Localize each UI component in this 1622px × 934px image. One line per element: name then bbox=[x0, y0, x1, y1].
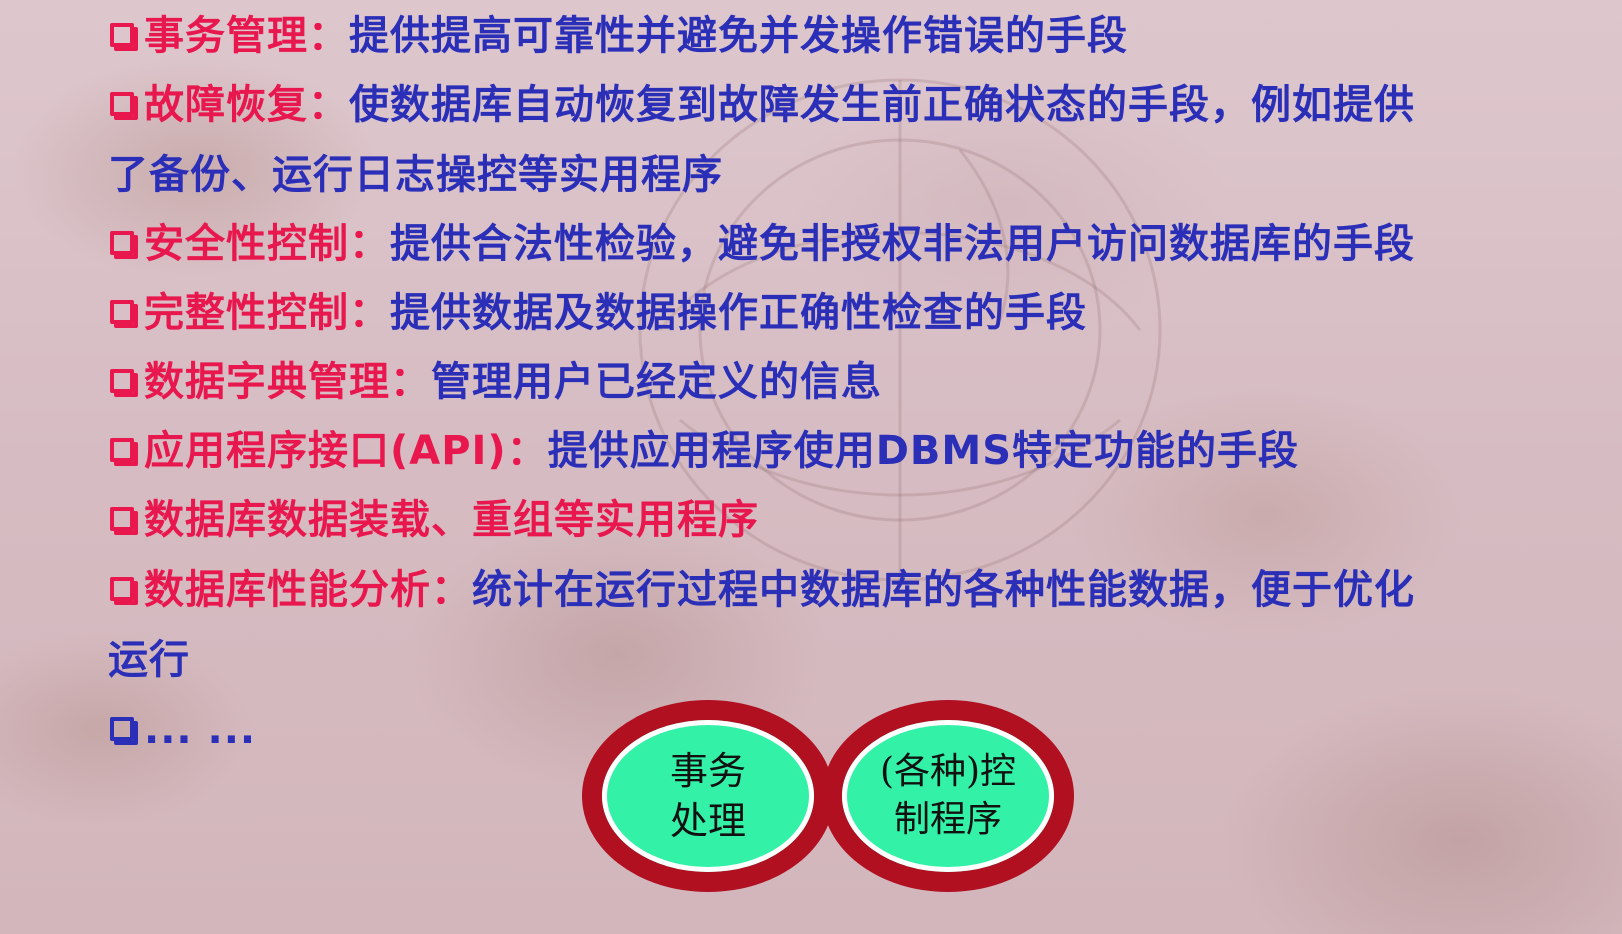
checkbox-bullet-icon bbox=[110, 577, 134, 601]
item-term: 数据库数据装载、重组等实用程序 bbox=[144, 497, 759, 543]
item-ellipsis: ... ... bbox=[144, 707, 257, 753]
circle-label: 事务 处理 bbox=[669, 749, 746, 843]
item-separator: ： bbox=[308, 82, 349, 128]
item-term: 故障恢复 bbox=[144, 82, 308, 128]
item-term: 安全性控制 bbox=[144, 221, 349, 267]
list-item: ... ... bbox=[110, 706, 256, 754]
item-description: 使数据库自动恢复到故障发生前正确状态的手段，例如提供 bbox=[349, 82, 1415, 128]
transaction-processing-circle: 事务 处理 bbox=[582, 700, 834, 892]
item-term: 应用程序接口(API) bbox=[144, 428, 507, 474]
list-item: 应用程序接口(API)：提供应用程序使用DBMS特定功能的手段 bbox=[110, 427, 1299, 475]
item-separator: ： bbox=[390, 359, 431, 405]
checkbox-bullet-icon bbox=[110, 23, 134, 47]
checkbox-bullet-icon bbox=[110, 507, 134, 531]
item-description: 提供提高可靠性并避免并发操作错误的手段 bbox=[349, 13, 1128, 59]
item-separator: ： bbox=[431, 567, 472, 613]
list-item: 完整性控制：提供数据及数据操作正确性检查的手段 bbox=[110, 289, 1087, 337]
item-description: 提供数据及数据操作正确性检查的手段 bbox=[390, 290, 1087, 336]
item-separator: ： bbox=[349, 290, 390, 336]
item-description-continued: 运行 bbox=[108, 637, 190, 683]
circle-inner: (各种)控 制程序 bbox=[842, 720, 1054, 872]
checkbox-bullet-icon bbox=[110, 300, 134, 324]
list-item: 事务管理：提供提高可靠性并避免并发操作错误的手段 bbox=[110, 12, 1128, 60]
checkbox-bullet-icon bbox=[110, 231, 134, 255]
item-term: 数据字典管理 bbox=[144, 359, 390, 405]
item-separator: ： bbox=[506, 428, 548, 474]
item-term: 数据库性能分析 bbox=[144, 567, 431, 613]
item-description: 提供应用程序使用DBMS特定功能的手段 bbox=[547, 428, 1300, 474]
checkbox-bullet-icon bbox=[110, 717, 134, 741]
item-description-continued: 了备份、运行日志操控等实用程序 bbox=[108, 152, 723, 198]
list-item: 数据库性能分析：统计在运行过程中数据库的各种性能数据，便于优化 bbox=[110, 566, 1415, 614]
item-separator: ： bbox=[308, 13, 349, 59]
item-term: 事务管理 bbox=[144, 13, 308, 59]
control-programs-circle: (各种)控 制程序 bbox=[822, 700, 1074, 892]
slide-content: 事务管理：提供提高可靠性并避免并发操作错误的手段 故障恢复：使数据库自动恢复到故… bbox=[0, 0, 1622, 934]
item-separator: ： bbox=[349, 221, 390, 267]
checkbox-bullet-icon bbox=[110, 92, 134, 116]
circle-inner: 事务 处理 bbox=[602, 720, 814, 872]
item-description: 管理用户已经定义的信息 bbox=[431, 359, 882, 405]
circle-label: (各种)控 制程序 bbox=[879, 751, 1017, 840]
checkbox-bullet-icon bbox=[110, 438, 134, 462]
item-term: 完整性控制 bbox=[144, 290, 349, 336]
checkbox-bullet-icon bbox=[110, 369, 134, 393]
item-description: 统计在运行过程中数据库的各种性能数据，便于优化 bbox=[472, 567, 1415, 613]
list-item: 数据字典管理：管理用户已经定义的信息 bbox=[110, 358, 882, 406]
list-item: 故障恢复：使数据库自动恢复到故障发生前正确状态的手段，例如提供 bbox=[110, 81, 1415, 129]
item-description: 提供合法性检验，避免非授权非法用户访问数据库的手段 bbox=[390, 221, 1415, 267]
list-item: 数据库数据装载、重组等实用程序 bbox=[110, 496, 759, 544]
list-item: 安全性控制：提供合法性检验，避免非授权非法用户访问数据库的手段 bbox=[110, 220, 1415, 268]
list-item-continuation: 了备份、运行日志操控等实用程序 bbox=[108, 151, 723, 199]
list-item-continuation: 运行 bbox=[108, 636, 190, 684]
